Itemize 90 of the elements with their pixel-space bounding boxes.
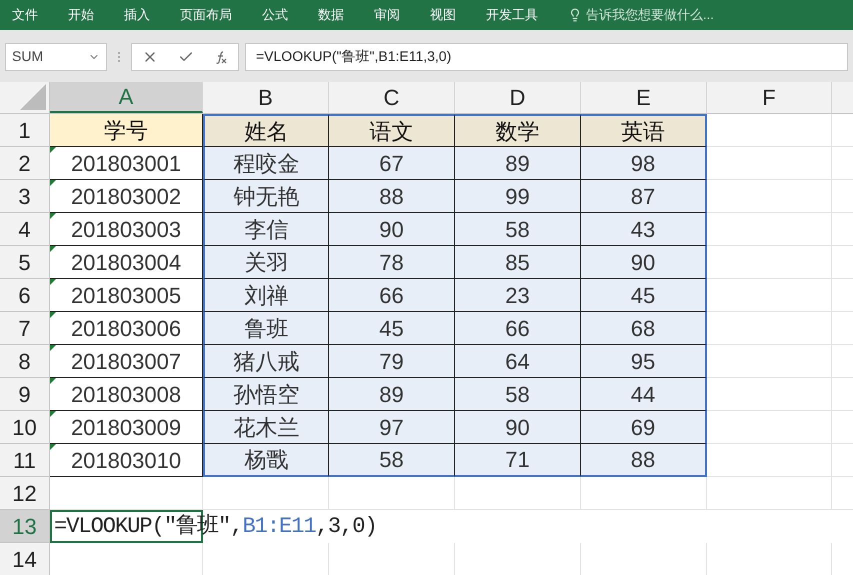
- table-cell-text: 程咬金: [234, 150, 300, 178]
- table-cell-text: 201803007: [70, 348, 182, 376]
- table-cell-text: 85: [505, 248, 530, 276]
- table-cell-text: 学号: [104, 116, 148, 144]
- row-header[interactable]: 3: [0, 180, 50, 213]
- column-header[interactable]: B: [203, 82, 329, 113]
- column-header[interactable]: E: [581, 82, 707, 113]
- table-cell-text: 97: [379, 414, 404, 442]
- formula-input[interactable]: =VLOOKUP("鲁班",B1:E11,3,0): [245, 42, 848, 70]
- table-cell-text: 数学: [496, 118, 540, 146]
- table-cell-text: 姓名: [244, 118, 288, 146]
- row-header[interactable]: 14: [0, 543, 50, 575]
- table-cell-text: 71: [505, 446, 530, 474]
- ribbon-tab[interactable]: 视图: [430, 1, 456, 29]
- table-cell-text: 43: [630, 216, 656, 244]
- table-cell-text: 猪八戒: [234, 348, 300, 376]
- table-cell-text: 68: [630, 314, 656, 342]
- function-icon[interactable]: [214, 50, 228, 64]
- table-cell-text: 88: [630, 446, 656, 474]
- table-cell-text: 201803008: [70, 380, 182, 408]
- row-header[interactable]: 12: [0, 477, 50, 510]
- table-cell-text: 关羽: [244, 248, 288, 276]
- table-cell-text: 201803010: [70, 446, 182, 474]
- table-cell-text: 201803006: [70, 314, 182, 342]
- table-cell-text: 201803004: [70, 248, 182, 276]
- table-cell-text: 花木兰: [234, 414, 300, 442]
- table-cell-text: 杨戬: [244, 446, 288, 474]
- column-header[interactable]: C: [329, 82, 455, 113]
- table-cell-text: 99: [505, 182, 530, 210]
- table-cell-text: 88: [379, 182, 404, 210]
- table-cell-text: 95: [630, 348, 656, 376]
- table-cell-text: 79: [379, 348, 404, 376]
- table-cell-text: 90: [379, 216, 404, 244]
- row-header[interactable]: 8: [0, 345, 50, 378]
- table-cell-text: 78: [379, 248, 404, 276]
- table-cell-text: 孙悟空: [234, 380, 300, 408]
- table-cell-text: 89: [505, 150, 530, 178]
- table-cell-text: 64: [505, 348, 530, 376]
- table-cell-text: 201803001: [70, 150, 182, 178]
- table-cell-text: 201803005: [70, 282, 182, 310]
- table-cell-text: 58: [379, 446, 404, 474]
- table-cell-text: 201803002: [70, 182, 182, 210]
- table-cell-text: 69: [630, 414, 656, 442]
- row-header[interactable]: 5: [0, 246, 50, 279]
- ribbon-tab[interactable]: 公式: [262, 1, 288, 29]
- table-cell-text: 58: [505, 216, 530, 244]
- table-cell-text: 98: [630, 150, 656, 178]
- ribbon-tab[interactable]: 插入: [124, 1, 150, 29]
- table-cell-text: 90: [505, 414, 530, 442]
- ribbon-tab[interactable]: 开始: [68, 1, 94, 29]
- row-header[interactable]: 7: [0, 312, 50, 345]
- ribbon-tab[interactable]: 开发工具: [486, 1, 538, 29]
- row-header[interactable]: 6: [0, 279, 50, 312]
- column-header[interactable]: F: [707, 82, 832, 113]
- row-header[interactable]: 1: [0, 114, 50, 147]
- table-cell-text: 87: [630, 182, 656, 210]
- table-cell-text: 钟无艳: [234, 182, 300, 210]
- column-header[interactable]: A: [50, 82, 203, 113]
- table-cell-text: 45: [630, 282, 656, 310]
- table-cell-text: 李信: [244, 216, 288, 244]
- ribbon-tab[interactable]: 文件: [12, 1, 38, 29]
- ribbon-tab[interactable]: 页面布局: [180, 1, 232, 29]
- tell-me-search[interactable]: 告诉我您想要做什么...: [586, 5, 714, 25]
- table-cell-text: 44: [630, 380, 656, 408]
- table-cell-text: 58: [505, 380, 530, 408]
- table-cell-text: 刘禅: [244, 282, 288, 310]
- row-header[interactable]: 4: [0, 213, 50, 246]
- table-cell-text: 89: [379, 380, 404, 408]
- column-header[interactable]: D: [455, 82, 581, 113]
- row-header[interactable]: 13: [0, 510, 50, 543]
- row-header[interactable]: 2: [0, 147, 50, 180]
- lightbulb-icon: [568, 8, 582, 22]
- table-cell-text: 67: [379, 150, 404, 178]
- table-cell-text: 201803009: [70, 414, 182, 442]
- drag-handle-icon[interactable]: [117, 50, 121, 62]
- table-cell-text: 英语: [621, 118, 665, 146]
- ribbon-tab[interactable]: 审阅: [374, 1, 400, 29]
- table-cell-text: 23: [505, 282, 530, 310]
- name-box[interactable]: SUM: [5, 42, 107, 70]
- row-header[interactable]: 9: [0, 378, 50, 411]
- table-cell-text: 45: [379, 314, 404, 342]
- row-header[interactable]: 10: [0, 411, 50, 444]
- table-cell-text: 66: [505, 314, 530, 342]
- table-cell-text: 90: [630, 248, 656, 276]
- table-cell-text: 201803003: [70, 216, 182, 244]
- table-cell-text: 66: [379, 282, 404, 310]
- ribbon-tab[interactable]: 数据: [318, 1, 344, 29]
- row-header[interactable]: 11: [0, 444, 50, 477]
- table-cell-text: 语文: [370, 118, 414, 146]
- table-cell-text: 鲁班: [244, 314, 288, 342]
